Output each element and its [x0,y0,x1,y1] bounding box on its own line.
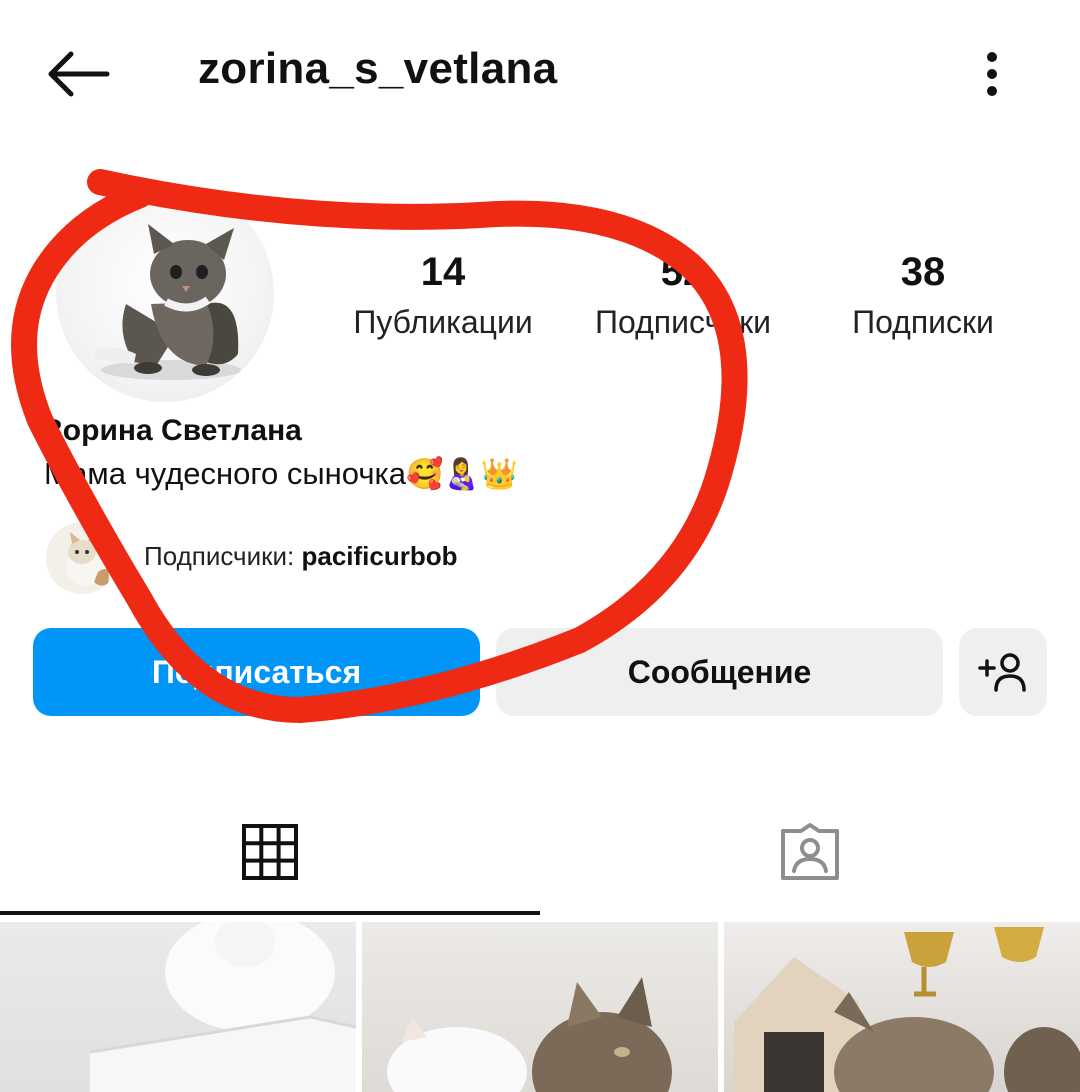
following-label: Подписки [852,304,994,340]
stat-followers[interactable]: 52 Подписчики [563,248,803,342]
followers-count: 52 [660,250,706,294]
more-vertical-icon [987,52,997,96]
profile-username: zorina_s_vetlana [198,44,558,93]
grid-post-3[interactable] [724,922,1080,1092]
stat-posts[interactable]: 14 Публикации [323,248,563,342]
grid-post-1[interactable] [0,922,356,1092]
message-button[interactable]: Сообщение [496,628,943,716]
back-button[interactable] [40,40,116,108]
follow-button[interactable]: Подписаться [33,628,480,716]
posts-label: Публикации [353,304,533,340]
tagged-person-icon [781,823,839,880]
bio-text: Мама чудесного сыночка [44,456,406,491]
suggested-users-button[interactable] [959,628,1047,716]
arrow-left-icon [48,51,110,97]
followers-label: Подписчики [594,304,772,340]
grid-icon [242,824,298,880]
cats-trophies-photo [734,927,1080,1092]
red-annotation-scribble [11,169,748,723]
tab-posts-grid[interactable] [0,790,540,914]
stat-following[interactable]: 38 Подписки [803,248,1043,342]
add-person-icon [978,653,1026,692]
mutual-follower-avatar[interactable] [46,522,118,594]
mutual-username[interactable]: pacificurbob [301,541,457,571]
posts-count: 14 [420,250,466,294]
grid-post-2[interactable] [362,922,718,1092]
bio-emojis: 🥰👩‍🍼👑 [405,458,519,491]
kitten-avatar-image [94,224,241,380]
cat-avatar-image [46,522,118,594]
tab-tagged[interactable] [540,790,1080,914]
profile-avatar[interactable] [56,184,274,402]
profile-bio: Мама чудесного сыночка🥰👩‍🍼👑 [44,456,518,492]
two-cats-photo [387,977,672,1092]
white-cat-photo [89,922,356,1092]
active-tab-indicator [0,911,540,915]
mutual-prefix: Подписчики: [144,541,302,571]
more-options-button[interactable] [962,40,1022,108]
profile-full-name: Зорина Светлана [44,414,302,447]
mutual-followers-text[interactable]: Подписчики: pacificurbob [144,541,458,572]
following-count: 38 [900,250,946,294]
